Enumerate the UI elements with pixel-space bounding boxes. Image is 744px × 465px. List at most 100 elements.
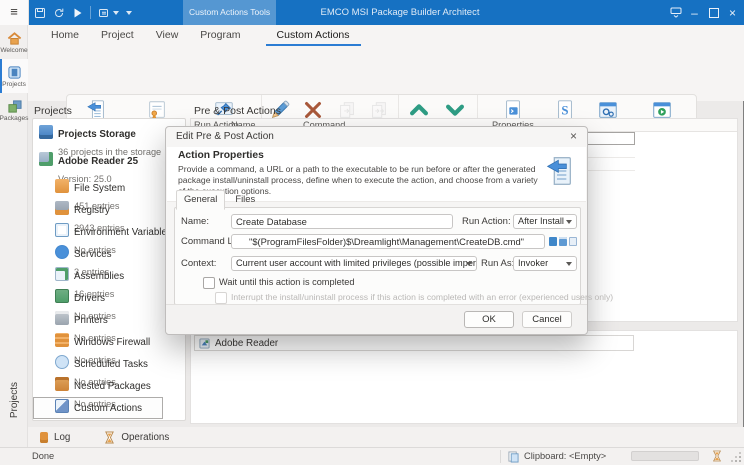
windows-firewall-icon xyxy=(55,333,69,347)
ribbon-tab-bar: Home Project View Program Custom Actions xyxy=(28,25,744,46)
run-action-label: Run Action: xyxy=(462,214,511,229)
context-label: Context: xyxy=(181,256,216,271)
contextual-tab-group: Custom Actions Tools xyxy=(183,0,276,25)
services-icon xyxy=(55,245,69,259)
packages-icon xyxy=(7,99,22,114)
tab-home[interactable]: Home xyxy=(40,25,90,46)
run-as-select[interactable]: Invoker xyxy=(513,256,577,271)
tab-label: Operations xyxy=(121,432,169,443)
close-button[interactable]: × xyxy=(723,0,742,25)
browse-folder-icon[interactable] xyxy=(569,237,577,246)
dialog-title: Edit Pre & Post Action xyxy=(176,127,274,147)
tab-label: Log xyxy=(54,432,70,443)
name-label: Name: xyxy=(181,214,209,229)
edit-pre-post-action-dialog: Edit Pre & Post Action × Action Properti… xyxy=(165,126,588,335)
tab-view[interactable]: View xyxy=(145,25,190,46)
build-package-icon[interactable] xyxy=(98,7,119,19)
tab-operations[interactable]: Operations xyxy=(104,431,169,444)
tree-item-assemblies[interactable]: Assemblies16 entries xyxy=(33,265,185,287)
tab-files[interactable]: Files xyxy=(227,190,263,208)
bottom-tab-bar: Log Operations xyxy=(28,427,744,447)
tab-general[interactable]: General xyxy=(176,190,225,210)
hourglass-icon xyxy=(104,431,115,444)
tree-item-projects-storage[interactable]: Projects Storage36 projects in the stora… xyxy=(33,123,185,145)
ok-button[interactable]: OK xyxy=(464,311,514,328)
interrupt-on-error-label: Interrupt the install/uninstall process … xyxy=(231,291,613,303)
title-bar: Custom Actions Tools EMCO MSI Package Bu… xyxy=(0,0,744,25)
tree-item-printers[interactable]: PrintersNo entries xyxy=(33,309,185,331)
dialog-header-title: Action Properties xyxy=(178,150,264,161)
context-select[interactable]: Current user account with limited privil… xyxy=(231,256,477,271)
sidebar-item-label: Welcome xyxy=(0,47,27,54)
maximize-button[interactable] xyxy=(704,0,723,25)
tree-item-scheduled-tasks[interactable]: Scheduled TasksNo entries xyxy=(33,353,185,375)
cancel-button[interactable]: Cancel xyxy=(522,311,572,328)
sidebar-item-packages[interactable]: Packages xyxy=(0,93,28,127)
sidebar-item-welcome[interactable]: Welcome xyxy=(0,25,28,59)
minimize-button[interactable]: – xyxy=(685,0,704,25)
clipboard-status: Clipboard: <Empty> xyxy=(524,448,606,464)
file-system-icon xyxy=(55,179,69,193)
ribbon: Pre & Post Action SAM Licenses Installat… xyxy=(28,46,744,101)
run-as-label: Run As: xyxy=(481,256,514,271)
tab-project[interactable]: Project xyxy=(90,25,145,46)
assemblies-icon xyxy=(55,267,69,281)
environment-variables-icon xyxy=(55,223,69,237)
tree-item-windows-firewall[interactable]: Windows FirewallNo entries xyxy=(33,331,185,353)
activity-bar: Welcome Projects Packages Projects xyxy=(0,25,28,447)
window-controls: – × xyxy=(666,0,742,25)
action-properties-icon xyxy=(545,155,577,187)
package-name: Adobe Reader xyxy=(215,338,278,349)
maximize-icon xyxy=(709,8,719,18)
log-icon xyxy=(40,432,48,443)
dialog-form: Name: Run Action: After Install Command … xyxy=(174,207,581,305)
svg-text:S: S xyxy=(561,104,568,118)
projects-tree: Projects Storage36 projects in the stora… xyxy=(32,118,186,421)
run-icon[interactable] xyxy=(72,7,83,19)
refresh-icon[interactable] xyxy=(53,7,65,19)
clipboard-icon xyxy=(508,451,519,463)
status-hourglass-icon xyxy=(712,450,722,462)
page-title: Pre & Post Actions xyxy=(194,105,281,117)
progress-indicator xyxy=(631,451,699,461)
ribbon-options-icon[interactable] xyxy=(666,0,685,25)
tab-custom-actions[interactable]: Custom Actions xyxy=(266,25,361,46)
dialog-close-button[interactable]: × xyxy=(565,129,582,145)
run-action-select[interactable]: After Install xyxy=(513,214,577,229)
printers-icon xyxy=(55,311,69,325)
toolbar-separator xyxy=(90,6,91,19)
app-window: Custom Actions Tools EMCO MSI Package Bu… xyxy=(0,0,744,465)
command-line-field[interactable] xyxy=(231,234,545,249)
tree-item-nested-packages[interactable]: Nested PackagesNo entries xyxy=(33,375,185,397)
packages-panel: Adobe Reader xyxy=(190,330,738,424)
rail-footer-label: Projects xyxy=(0,365,28,435)
tree-item-drivers[interactable]: DriversNo entries xyxy=(33,287,185,309)
project-icon xyxy=(39,152,53,166)
tab-program[interactable]: Program xyxy=(189,25,251,46)
save-project-icon[interactable] xyxy=(34,7,46,19)
projects-storage-icon xyxy=(39,125,53,139)
tree-item-file-system[interactable]: File System451 entries xyxy=(33,177,185,199)
scheduled-tasks-icon xyxy=(55,355,69,369)
sidebar-item-projects[interactable]: Projects xyxy=(0,59,28,93)
tree-item-registry[interactable]: Registry2943 entries xyxy=(33,199,185,221)
tree-item-adobe-reader[interactable]: Adobe Reader 25Version: 25.0 xyxy=(33,150,185,172)
insert-variable-icon[interactable] xyxy=(549,237,557,246)
chevron-down-icon xyxy=(113,11,119,15)
name-field[interactable] xyxy=(231,214,453,229)
dialog-footer: OK Cancel xyxy=(166,304,587,334)
browse-file-icon[interactable] xyxy=(559,237,567,246)
drivers-icon xyxy=(55,289,69,303)
wait-until-completed-checkbox[interactable] xyxy=(203,277,215,289)
window-title: EMCO MSI Package Builder Architect xyxy=(290,0,510,25)
tree-item-environment-variables[interactable]: Environment VariablesNo entries xyxy=(33,221,185,243)
sidebar-item-label: Projects xyxy=(2,81,26,88)
quick-access-toolbar xyxy=(34,0,132,25)
interrupt-on-error-checkbox xyxy=(215,292,227,304)
customize-quick-access-icon[interactable] xyxy=(126,11,132,15)
package-row[interactable]: Adobe Reader xyxy=(194,335,634,351)
tab-log[interactable]: Log xyxy=(40,432,70,443)
resize-grip[interactable] xyxy=(739,460,741,462)
status-bar: Done Clipboard: <Empty> xyxy=(0,447,744,465)
app-menu-button[interactable]: ≡ xyxy=(0,0,29,25)
